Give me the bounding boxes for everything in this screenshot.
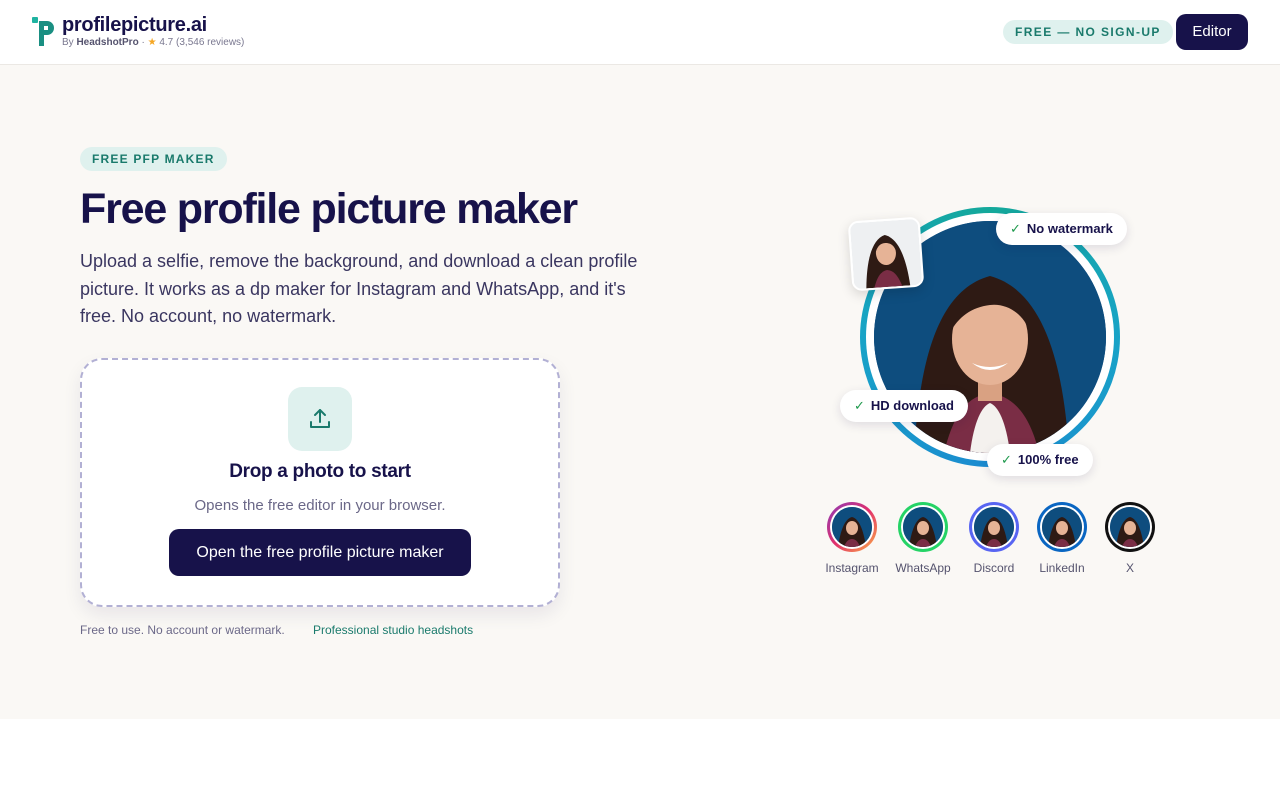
open-editor-button[interactable]: Open the free profile picture maker <box>169 529 471 576</box>
rating-text: 4.7 (3,546 reviews) <box>159 37 245 48</box>
platform-whatsapp[interactable]: WhatsApp <box>892 502 954 575</box>
platform-avatar <box>1105 502 1155 552</box>
original-selfie-thumbnail <box>847 216 925 292</box>
upload-tile <box>288 387 352 451</box>
platform-label: Instagram <box>825 561 879 575</box>
byline-prefix: By <box>62 37 74 48</box>
brand-name[interactable]: profilepicture.ai <box>62 14 207 37</box>
platform-avatar <box>969 502 1019 552</box>
byline-separator: · <box>141 37 145 48</box>
byline: By HeadshotPro · ★ 4.7 (3,546 reviews) <box>62 37 244 48</box>
photo-dropzone[interactable]: Drop a photo to start Opens the free edi… <box>80 358 560 607</box>
dropzone-subtitle: Opens the free editor in your browser. <box>194 497 446 514</box>
byline-company: HeadshotPro <box>76 37 139 48</box>
platform-linkedin[interactable]: LinkedIn <box>1031 502 1093 575</box>
hero-section: FREE PFP MAKER Free profile picture make… <box>0 65 1280 719</box>
platform-avatar <box>1037 502 1087 552</box>
editor-button[interactable]: Editor <box>1176 14 1248 50</box>
no-watermark-chip: ✓ No watermark <box>996 213 1127 245</box>
free-chip: ✓ 100% free <box>987 444 1093 476</box>
hero-description: Upload a selfie, remove the background, … <box>80 251 638 326</box>
platform-previews: Instagram WhatsApp Discord LinkedIn X <box>820 502 1160 582</box>
hd-download-chip: ✓ HD download <box>840 390 968 422</box>
platform-avatar <box>898 502 948 552</box>
site-header: profilepicture.ai By HeadshotPro · ★ 4.7… <box>0 0 1280 65</box>
platform-label: WhatsApp <box>895 561 951 575</box>
check-icon: ✓ <box>854 398 865 413</box>
chip-label: No watermark <box>1026 221 1113 236</box>
free-no-signup-badge: FREE — NO SIGN-UP <box>1003 20 1173 44</box>
studio-headshots-link[interactable]: Professional studio headshots <box>313 623 473 637</box>
platform-label: LinkedIn <box>1039 561 1085 575</box>
platform-label: Discord <box>973 561 1015 575</box>
check-icon: ✓ <box>1001 452 1012 467</box>
platform-instagram[interactable]: Instagram <box>821 502 883 575</box>
platform-discord[interactable]: Discord <box>963 502 1025 575</box>
platform-x[interactable]: X <box>1099 502 1161 575</box>
hero-badge: FREE PFP MAKER <box>80 147 227 171</box>
check-icon: ✓ <box>1010 221 1021 236</box>
footnote: Free to use. No account or watermark. <box>80 623 285 637</box>
star-icon: ★ <box>147 37 157 48</box>
dropzone-title: Drop a photo to start <box>229 461 411 482</box>
chip-label: 100% free <box>1017 452 1079 467</box>
platform-label: X <box>1125 561 1134 575</box>
upload-icon <box>310 409 330 428</box>
chip-label: HD download <box>870 398 954 413</box>
brand-logo-icon[interactable] <box>32 17 54 46</box>
platform-avatar <box>827 502 877 552</box>
page-title: Free profile picture maker <box>80 185 578 233</box>
